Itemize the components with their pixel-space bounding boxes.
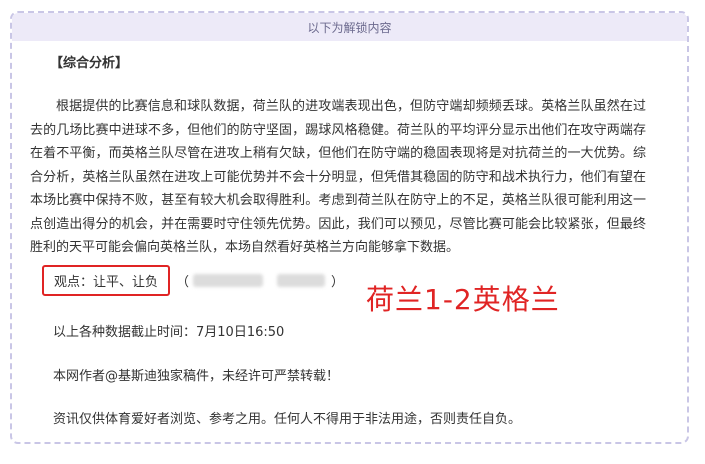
copyright-notice: 本网作者@基斯迪独家稿件，未经许可严禁转载！ xyxy=(53,369,340,384)
unlock-header: 以下为解锁内容 xyxy=(12,13,687,41)
data-deadline: 以上各种数据截止时间：7月10日16:50 xyxy=(53,325,285,340)
opinion-label: 观点：让平、让负 xyxy=(42,265,171,296)
blurred-text xyxy=(193,274,264,287)
blurred-text xyxy=(277,274,326,287)
opinion-paren-close: ） xyxy=(331,275,345,290)
opinion-paren-open: （ xyxy=(176,275,190,290)
unlock-header-title: 以下为解锁内容 xyxy=(307,20,392,35)
score-prediction: 荷兰1-2英格兰 xyxy=(366,283,560,316)
section-title: 【综合分析】 xyxy=(50,56,129,71)
opinion-row: 观点：让平、让负 （ ） xyxy=(42,265,344,296)
analysis-paragraph: 根据提供的比赛信息和球队数据，荷兰队的进攻端表现出色，但防守端却频频丢球。英格兰… xyxy=(30,99,646,255)
disclaimer: 资讯仅供体育爱好者浏览、参考之用。任何人不得用于非法用途，否则责任自负。 xyxy=(53,412,522,427)
